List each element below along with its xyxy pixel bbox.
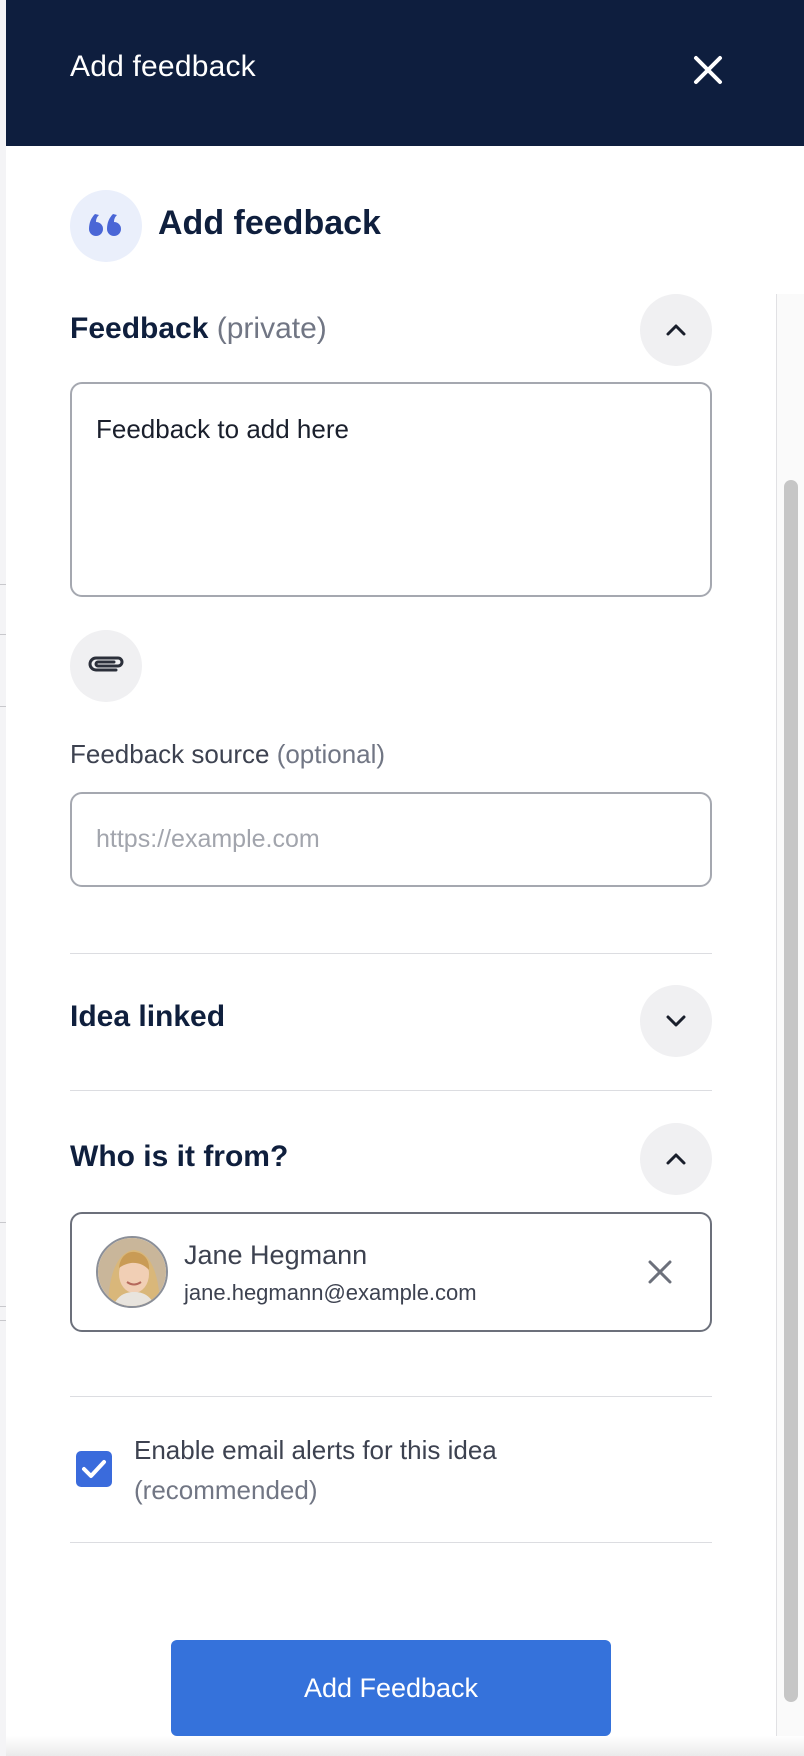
backdrop-divider bbox=[0, 1320, 6, 1321]
drawer-title: Add feedback bbox=[70, 50, 256, 83]
email-alerts-qualifier: (recommended) bbox=[134, 1475, 318, 1505]
feedback-qualifier: (private) bbox=[216, 312, 327, 345]
page-title: Add feedback bbox=[158, 204, 381, 242]
source-label: Feedback source (optional) bbox=[70, 739, 385, 770]
backdrop-page bbox=[0, 0, 6, 1756]
backdrop-divider bbox=[0, 1222, 6, 1223]
drawer-header: Add feedback bbox=[6, 0, 804, 146]
divider bbox=[70, 953, 712, 954]
collapse-who-from-button[interactable] bbox=[640, 1123, 712, 1195]
source-label-text: Feedback source bbox=[70, 739, 270, 769]
person-email: jane.hegmann@example.com bbox=[184, 1280, 477, 1305]
bottom-fade bbox=[6, 1736, 804, 1756]
scrollbar[interactable] bbox=[776, 294, 804, 1756]
divider bbox=[70, 1090, 712, 1091]
paperclip-icon bbox=[88, 656, 124, 672]
chevron-up-icon bbox=[666, 324, 686, 336]
backdrop-divider bbox=[0, 584, 6, 585]
scrollbar-thumb[interactable] bbox=[784, 480, 798, 1702]
feedback-label: Feedback (private) bbox=[70, 312, 327, 346]
chevron-up-icon bbox=[666, 1153, 686, 1165]
who-from-label: Who is it from? bbox=[70, 1140, 289, 1173]
quote-icon bbox=[89, 214, 121, 236]
close-button[interactable] bbox=[686, 48, 730, 92]
divider bbox=[70, 1542, 712, 1543]
feedback-textarea[interactable]: Feedback to add here bbox=[70, 382, 712, 597]
attach-file-button[interactable] bbox=[70, 630, 142, 702]
feedback-label-text: Feedback bbox=[70, 312, 209, 345]
divider bbox=[70, 1396, 712, 1397]
source-qualifier: (optional) bbox=[276, 739, 386, 769]
email-alerts-checkbox[interactable] bbox=[76, 1451, 112, 1487]
backdrop-divider bbox=[0, 706, 6, 707]
collapse-feedback-button[interactable] bbox=[640, 294, 712, 366]
email-alerts-text: Enable email alerts for this idea bbox=[134, 1435, 497, 1465]
remove-person-button[interactable] bbox=[638, 1250, 682, 1294]
email-alerts-label: Enable email alerts for this idea (recom… bbox=[134, 1430, 694, 1510]
quote-icon-badge bbox=[70, 190, 142, 262]
add-feedback-button[interactable]: Add Feedback bbox=[171, 1640, 611, 1736]
idea-linked-label: Idea linked bbox=[70, 1000, 226, 1033]
source-url-placeholder: https://example.com bbox=[96, 825, 320, 853]
close-icon bbox=[694, 56, 722, 84]
source-url-input[interactable]: https://example.com bbox=[70, 792, 712, 887]
selected-person-card: Jane Hegmann jane.hegmann@example.com bbox=[70, 1212, 712, 1332]
backdrop-divider bbox=[0, 634, 6, 635]
backdrop-divider bbox=[0, 1306, 6, 1307]
chevron-down-icon bbox=[666, 1015, 686, 1027]
avatar bbox=[96, 1236, 168, 1308]
person-name: Jane Hegmann bbox=[184, 1240, 368, 1270]
close-icon bbox=[648, 1260, 672, 1284]
expand-idea-linked-button[interactable] bbox=[640, 985, 712, 1057]
check-icon bbox=[82, 1460, 106, 1478]
